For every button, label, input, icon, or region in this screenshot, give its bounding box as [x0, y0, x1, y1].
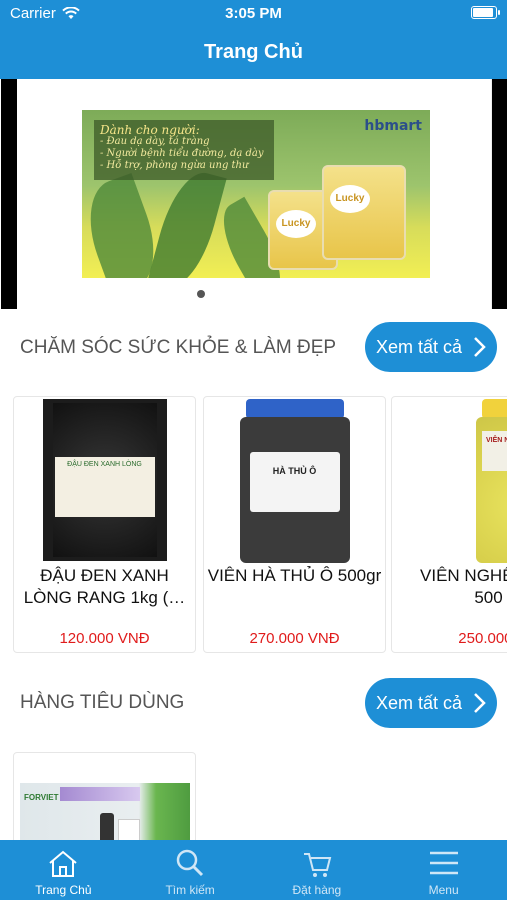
product-image[interactable]: HÀ THỦ Ô: [204, 397, 385, 565]
chevron-right-icon: [474, 693, 486, 713]
product-carousel-health[interactable]: ĐẬU ĐEN XANH LÒNG ĐẬU ĐEN XANH LÒNG RANG…: [13, 396, 507, 653]
product-card[interactable]: ĐẬU ĐEN XANH LÒNG ĐẬU ĐEN XANH LÒNG RANG…: [13, 396, 196, 653]
tab-label: Trang Chủ: [35, 883, 92, 897]
product-card[interactable]: HÀ THỦ Ô VIÊN HÀ THỦ Ô 500gr 270.000 VNĐ: [203, 396, 386, 653]
tab-label: Tìm kiếm: [165, 883, 215, 897]
banner-carousel[interactable]: Dành cho người: - Đau dạ dày, tá tràng -…: [1, 79, 507, 309]
chevron-right-icon: [474, 337, 486, 357]
clock: 3:05 PM: [225, 5, 282, 22]
product-can-label: Lucky: [276, 210, 316, 238]
see-all-button-consumer[interactable]: Xem tất cả: [365, 678, 497, 728]
cart-icon: [303, 853, 332, 877]
section-title-consumer: HÀNG TIÊU DÙNG: [20, 692, 185, 713]
banner-image[interactable]: Dành cho người: - Đau dạ dày, tá tràng -…: [82, 110, 430, 278]
product-price: 250.000 V: [458, 630, 507, 647]
tab-order[interactable]: Đặt hàng: [254, 840, 381, 900]
tab-home[interactable]: Trang Chủ: [0, 840, 127, 900]
product-can: Lucky: [322, 165, 406, 260]
product-label: VIÊN NGHỆ MẬT ONG: [482, 431, 507, 471]
app-header: Carrier 3:05 PM Trang Chủ: [0, 0, 507, 79]
product-name: VIÊN NGHỆ ONG 500: [420, 566, 507, 607]
banner-line: - Hỗ trợ, phòng ngừa ung thư: [100, 160, 249, 171]
product-card[interactable]: VIÊN NGHỆ MẬT ONG VIÊN NGHỆ ONG 500 250.…: [391, 396, 507, 653]
banner-line: - Người bệnh tiểu đường, dạ dày: [100, 148, 264, 159]
tab-label: Đặt hàng: [292, 883, 342, 897]
battery-icon: [471, 6, 500, 19]
menu-icon: [429, 851, 458, 875]
see-all-button-health[interactable]: Xem tất cả: [365, 322, 497, 372]
tab-menu[interactable]: Menu: [380, 840, 507, 900]
status-bar: Carrier 3:05 PM: [0, 0, 507, 28]
search-icon: [176, 849, 204, 877]
see-all-label: Xem tất cả: [376, 336, 463, 357]
tab-search[interactable]: Tìm kiếm: [127, 840, 254, 900]
product-label: HÀ THỦ Ô: [249, 452, 340, 512]
product-brand: FORVIET: [24, 793, 59, 802]
product-label: ĐẬU ĐEN XANH LÒNG: [54, 457, 155, 517]
product-image[interactable]: ĐẬU ĐEN XANH LÒNG: [14, 397, 195, 565]
carousel-indicator[interactable]: [197, 290, 205, 298]
banner-text: Dành cho người: - Đau dạ dày, tá tràng -…: [94, 120, 274, 180]
home-icon: [49, 850, 78, 877]
section-title-health: CHĂM SÓC SỨC KHỎE & LÀM ĐẸP: [20, 337, 337, 358]
brand-logo: hbmart: [364, 118, 422, 134]
tab-bar: Trang Chủ Tìm kiếm Đặt hàng Menu: [0, 840, 507, 900]
tab-label: Menu: [428, 883, 459, 897]
product-card[interactable]: FORVIET: [13, 752, 196, 852]
product-name: ĐẬU ĐEN XANH LÒNG RANG 1kg (…: [23, 566, 186, 607]
product-name: VIÊN HÀ THỦ Ô 500gr: [207, 566, 382, 585]
product-can-label: Lucky: [330, 185, 370, 213]
product-price: 270.000 VNĐ: [249, 630, 340, 647]
see-all-label: Xem tất cả: [376, 692, 463, 713]
page-title: Trang Chủ: [204, 41, 303, 63]
product-price: 120.000 VNĐ: [59, 630, 150, 647]
banner-line: - Đau dạ dày, tá tràng: [100, 136, 210, 147]
product-image[interactable]: VIÊN NGHỆ MẬT ONG: [392, 397, 507, 565]
banner-heading: Dành cho người:: [100, 123, 200, 137]
